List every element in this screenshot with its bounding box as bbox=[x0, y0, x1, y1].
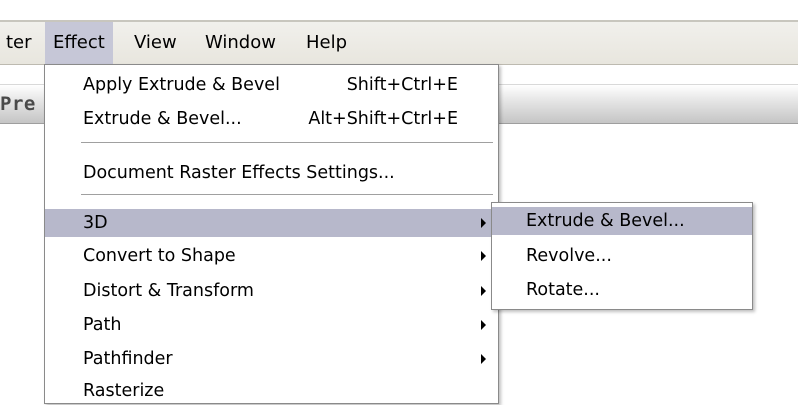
panel-title: Pre bbox=[0, 93, 36, 115]
menu-item-apply-extrude-bevel[interactable]: Apply Extrude & Bevel Shift+Ctrl+E bbox=[45, 71, 498, 99]
menu-item-shortcut: Alt+Shift+Ctrl+E bbox=[308, 109, 458, 129]
menu-item-extrude-bevel[interactable]: Extrude & Bevel... Alt+Shift+Ctrl+E bbox=[45, 105, 498, 133]
menu-item-label: Rasterize bbox=[83, 381, 165, 401]
menu-item-rasterize[interactable]: Rasterize bbox=[45, 377, 498, 405]
menu-bar: ter Effect View Window Help bbox=[0, 20, 798, 65]
submenu-arrow-icon bbox=[481, 251, 486, 261]
menu-item-label: Rotate... bbox=[526, 280, 600, 300]
menu-separator bbox=[81, 142, 493, 144]
menu-item-label: Extrude & Bevel... bbox=[526, 211, 685, 231]
top-strip bbox=[0, 0, 798, 20]
menu-item-label: Extrude & Bevel... bbox=[83, 109, 242, 129]
menu-item-label: Distort & Transform bbox=[83, 281, 254, 301]
menu-item-label: Path bbox=[83, 315, 122, 335]
menu-item-document-raster-effects-settings[interactable]: Document Raster Effects Settings... bbox=[45, 159, 498, 187]
menu-item-path[interactable]: Path bbox=[45, 311, 498, 339]
menu-filter[interactable]: ter bbox=[0, 22, 40, 64]
submenu-item-revolve[interactable]: Revolve... bbox=[492, 242, 752, 270]
menu-item-label: Apply Extrude & Bevel bbox=[83, 75, 280, 95]
menu-item-label: Document Raster Effects Settings... bbox=[83, 163, 395, 183]
submenu-3d: Extrude & Bevel... Revolve... Rotate... bbox=[491, 202, 753, 310]
menu-separator bbox=[81, 194, 493, 196]
menu-effect[interactable]: Effect bbox=[45, 22, 113, 64]
menu-item-convert-to-shape[interactable]: Convert to Shape bbox=[45, 242, 498, 270]
effect-menu: Apply Extrude & Bevel Shift+Ctrl+E Extru… bbox=[44, 64, 499, 404]
menu-item-label: Pathfinder bbox=[83, 349, 173, 369]
submenu-arrow-icon bbox=[481, 320, 486, 330]
menu-item-shortcut: Shift+Ctrl+E bbox=[346, 75, 458, 95]
menu-item-label: Convert to Shape bbox=[83, 246, 236, 266]
menu-item-distort-transform[interactable]: Distort & Transform bbox=[45, 277, 498, 305]
submenu-arrow-icon bbox=[481, 286, 486, 296]
menu-item-label: Revolve... bbox=[526, 246, 612, 266]
menu-item-pathfinder[interactable]: Pathfinder bbox=[45, 345, 498, 373]
menu-window[interactable]: Window bbox=[197, 22, 284, 64]
menu-item-3d[interactable]: 3D bbox=[45, 209, 498, 237]
menu-view[interactable]: View bbox=[126, 22, 185, 64]
menu-item-label: 3D bbox=[83, 213, 108, 233]
submenu-arrow-icon bbox=[481, 218, 486, 228]
submenu-item-rotate[interactable]: Rotate... bbox=[492, 276, 752, 304]
menu-help[interactable]: Help bbox=[298, 22, 355, 64]
submenu-arrow-icon bbox=[481, 354, 486, 364]
submenu-item-extrude-bevel[interactable]: Extrude & Bevel... bbox=[492, 207, 752, 235]
